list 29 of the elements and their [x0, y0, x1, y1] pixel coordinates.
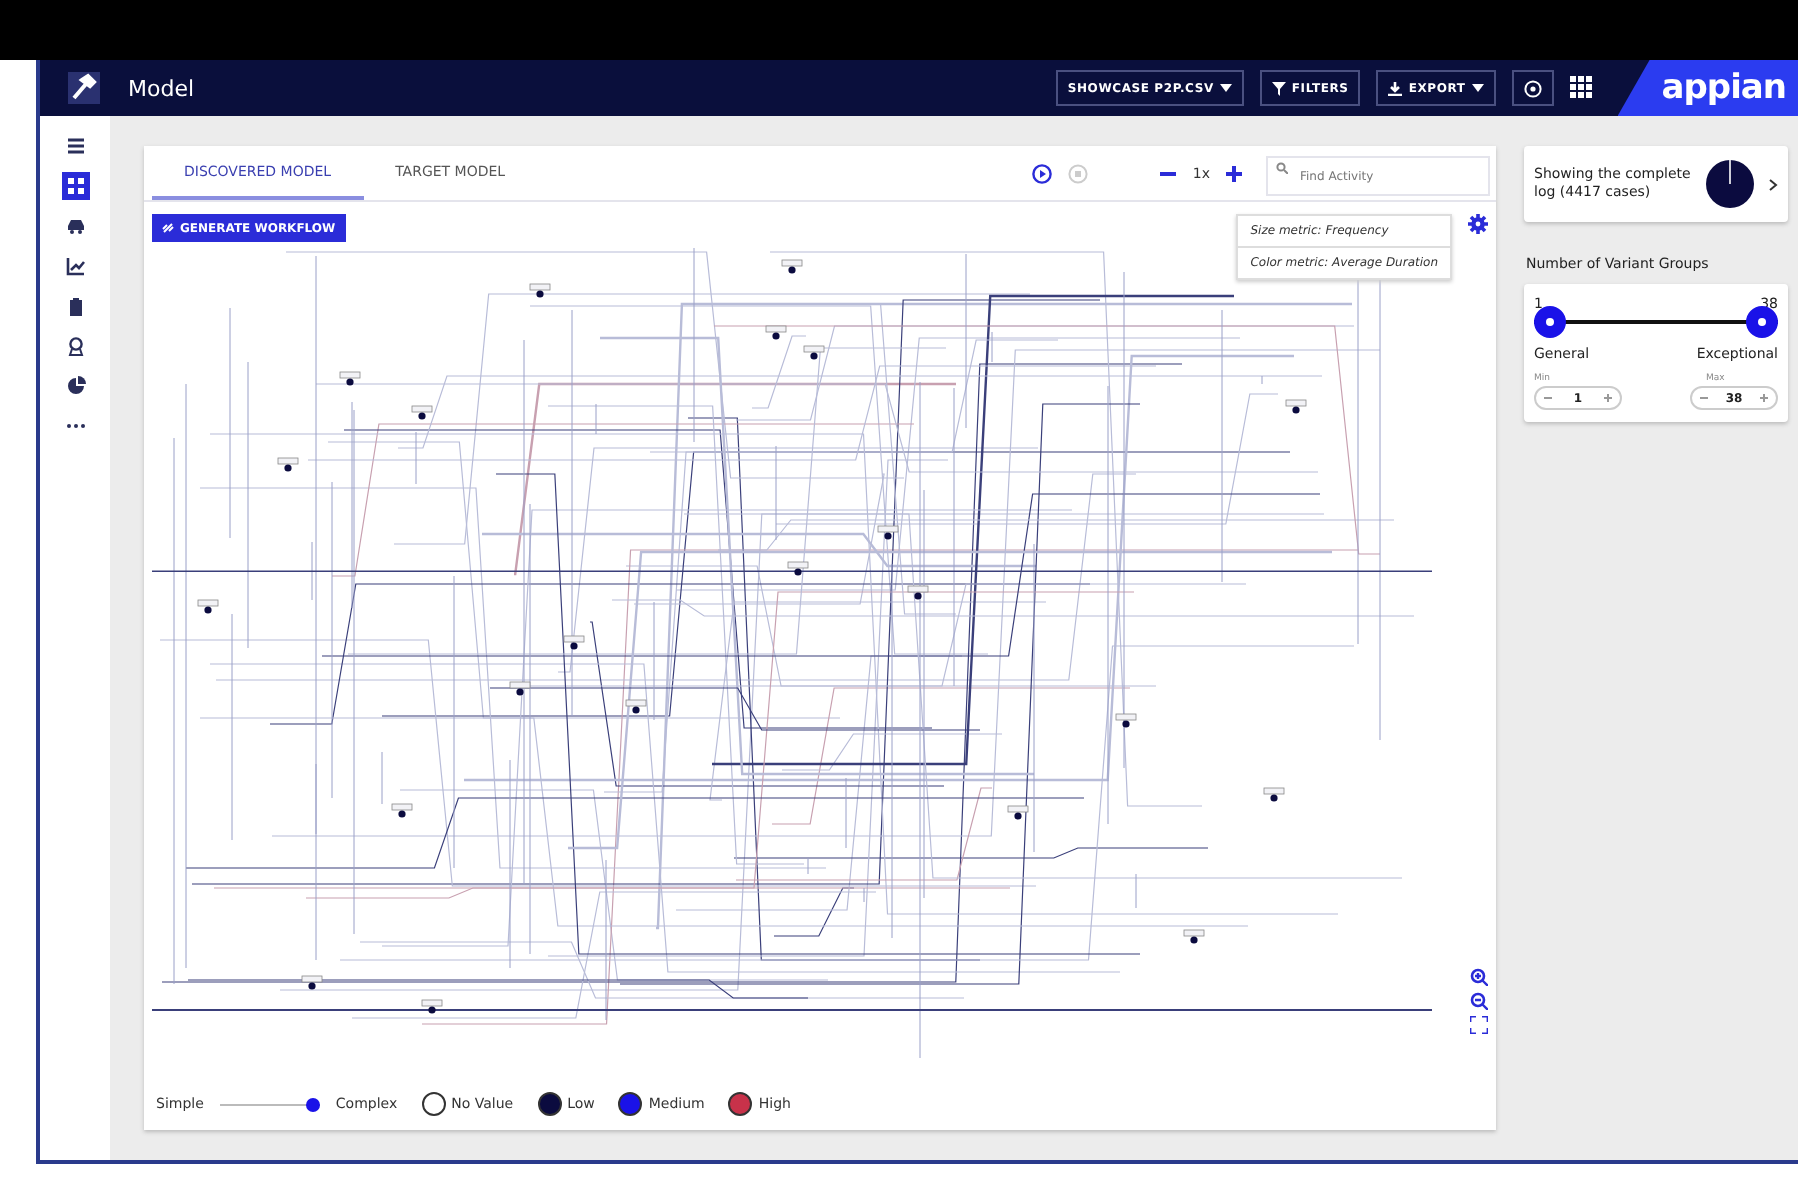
apps-grid-icon[interactable] — [1569, 76, 1594, 100]
model-icon[interactable] — [65, 176, 85, 196]
caret-icon — [1471, 84, 1484, 92]
hammer-icon — [68, 72, 100, 104]
slider-thumb[interactable] — [305, 1097, 320, 1111]
link-icon — [162, 222, 174, 234]
help-icon — [1523, 79, 1542, 97]
caret-icon — [1219, 84, 1232, 92]
play-icon[interactable] — [1032, 163, 1053, 183]
pie-icon[interactable] — [65, 376, 85, 396]
zoom-in-icon[interactable] — [1470, 968, 1488, 986]
chart-icon[interactable] — [65, 256, 85, 276]
chevron-right-icon[interactable] — [1768, 177, 1778, 191]
fit-screen-icon[interactable] — [1470, 1016, 1488, 1034]
funnel-icon — [1271, 81, 1286, 95]
plus-icon[interactable] — [1226, 165, 1242, 181]
list-icon[interactable] — [65, 136, 85, 156]
download-icon — [1388, 81, 1403, 95]
slider-thumb[interactable] — [1746, 306, 1778, 338]
zoom-out-icon[interactable] — [1470, 992, 1488, 1010]
help-button[interactable] — [1511, 70, 1554, 106]
slider-thumb[interactable] — [1534, 306, 1566, 338]
pie-icon — [1704, 158, 1756, 210]
page-title: Model — [128, 75, 197, 101]
car-icon[interactable] — [65, 216, 85, 236]
award-icon[interactable] — [65, 336, 85, 356]
settings-icon[interactable] — [1468, 214, 1488, 234]
appian-logo: appian — [1617, 60, 1798, 116]
clipboard-icon[interactable] — [65, 296, 85, 316]
